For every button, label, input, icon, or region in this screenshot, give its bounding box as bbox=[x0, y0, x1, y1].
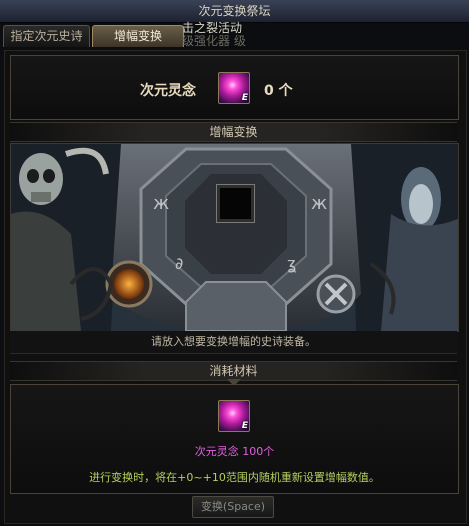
svg-text:∂: ∂ bbox=[175, 254, 183, 273]
resource-count: 0 个 bbox=[264, 83, 293, 99]
transform-button[interactable]: 变换(Space) bbox=[192, 496, 274, 518]
overlay-text-line2: 级强化器 级 bbox=[182, 34, 246, 48]
transform-section-header: 增幅变换 bbox=[10, 122, 457, 142]
altar-scene: ж ж ∂ ʓ bbox=[10, 143, 459, 332]
svg-text:ж: ж bbox=[153, 193, 169, 214]
svg-text:ʓ: ʓ bbox=[287, 254, 296, 273]
material-gem-icon: E bbox=[218, 400, 250, 432]
tab-amplify-transform[interactable]: 增幅变换 bbox=[92, 25, 184, 47]
material-label: 次元灵念 100个 bbox=[194, 445, 275, 458]
svg-text:ж: ж bbox=[311, 193, 327, 214]
window-title: 次元变换祭坛 bbox=[0, 0, 469, 23]
resource-label: 次元灵念 bbox=[140, 83, 196, 99]
transform-info-text: 进行变换时，将在+0~+10范围内随机重新设置增幅数值。 bbox=[89, 471, 380, 484]
transform-hint: 请放入想要变换增幅的史诗装备。 bbox=[10, 331, 457, 354]
tab-bar: 指定次元史诗 增幅变换 击之裂活动 级强化器 级 bbox=[0, 22, 469, 48]
tab-specify-epic[interactable]: 指定次元史诗 bbox=[3, 25, 90, 47]
dimension-spirit-gem-icon: E bbox=[218, 72, 250, 104]
materials-section-header: 消耗材料 bbox=[10, 361, 457, 381]
equipment-slot[interactable] bbox=[216, 184, 255, 223]
altar-illustration: ж ж ∂ ʓ bbox=[11, 144, 458, 331]
